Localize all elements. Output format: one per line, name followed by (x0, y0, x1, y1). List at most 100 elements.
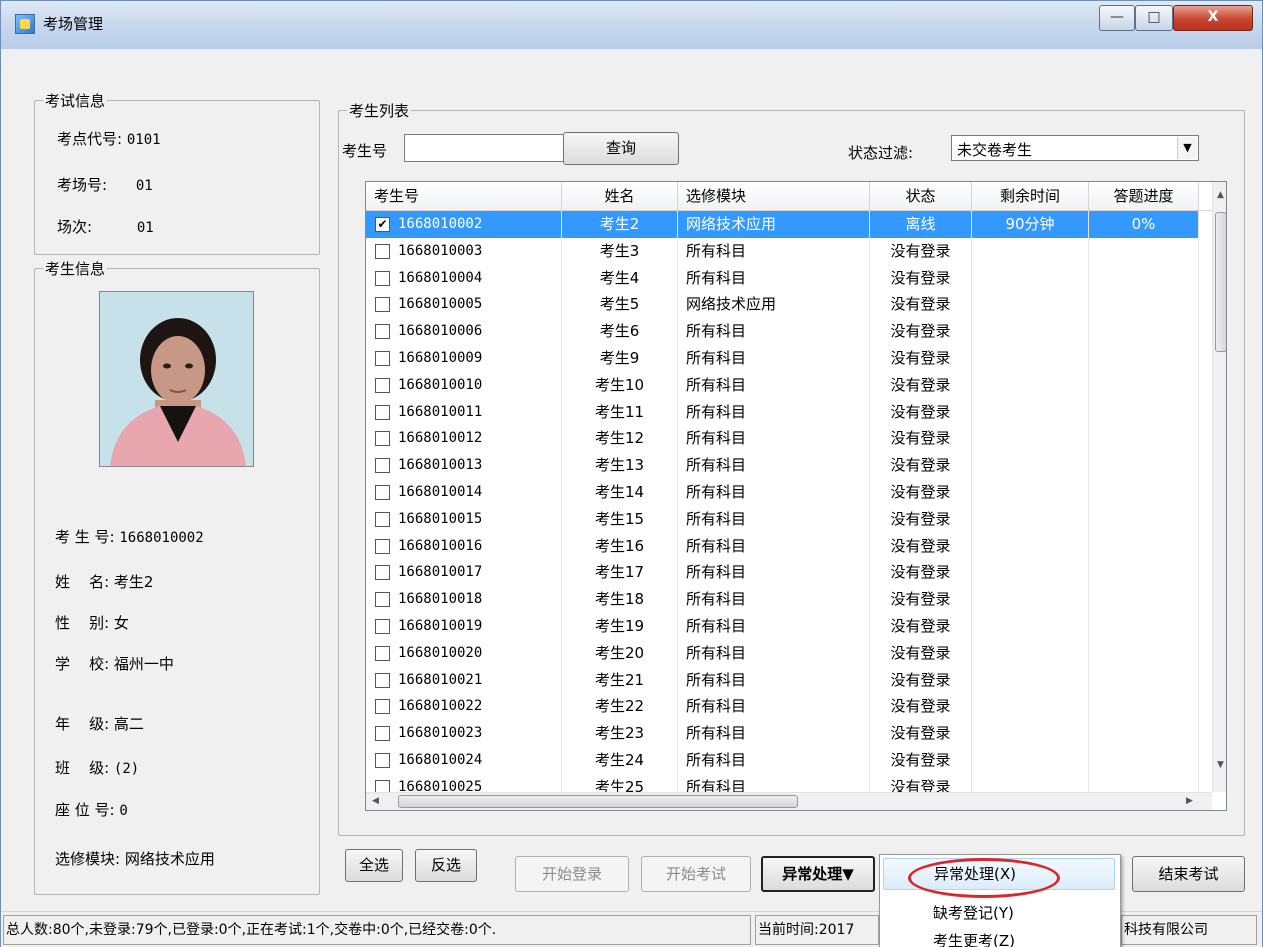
table-row[interactable]: 1668010023 考生23 所有科目 没有登录 (366, 720, 1199, 747)
cell-status: 没有登录 (870, 425, 972, 453)
horizontal-scrollbar[interactable]: ◀ ▶ (366, 792, 1212, 810)
cell-module: 所有科目 (678, 666, 870, 694)
student-class-row: 班 级: (2) (55, 757, 139, 778)
table-row[interactable]: 1668010010 考生10 所有科目 没有登录 (366, 371, 1199, 399)
cell-status: 没有登录 (870, 237, 972, 265)
table-row[interactable]: ✔ 1668010002 考生2 网络技术应用 离线 90分钟 0% (366, 211, 1199, 238)
minimize-button[interactable]: — (1099, 5, 1135, 31)
cell-name: 考生12 (562, 425, 678, 453)
cell-remaining (972, 318, 1089, 345)
student-gender-row: 性 别: 女 (55, 612, 129, 633)
scroll-up-icon[interactable]: ▲ (1217, 190, 1224, 200)
cell-module: 所有科目 (678, 639, 870, 667)
menu-item-absence[interactable]: 缺考登记(Y) (880, 897, 1120, 929)
cell-progress (1089, 720, 1199, 747)
student-name-row: 姓 名: 考生2 (55, 571, 153, 592)
student-module-row: 选修模块: 网络技术应用 (55, 848, 215, 869)
exception-menu-button[interactable]: 异常处理▼ (761, 856, 875, 892)
status-filter-select[interactable]: 未交卷考生 ▼ (951, 135, 1199, 161)
cell-status: 没有登录 (870, 747, 972, 774)
scroll-left-icon[interactable]: ◀ (372, 796, 379, 806)
room-row: 考场号: 01 (57, 174, 153, 195)
status-summary: 总人数:80个,未登录:79个,已登录:0个,正在考试:1个,交卷中:0个,已经… (3, 915, 751, 945)
student-name-value: 考生2 (113, 573, 154, 591)
student-grade-value: 高二 (113, 715, 144, 733)
horizontal-scroll-thumb[interactable] (398, 795, 798, 808)
col-header-remaining[interactable]: 剩余时间 (972, 182, 1089, 210)
vertical-scrollbar[interactable]: ▲ ▼ (1212, 182, 1226, 792)
search-input[interactable] (404, 134, 564, 162)
scroll-down-icon[interactable]: ▼ (1217, 760, 1224, 770)
table-row[interactable]: 1668010020 考生20 所有科目 没有登录 (366, 639, 1199, 667)
student-school-label: 学 校: (55, 655, 110, 673)
select-all-button[interactable]: 全选 (345, 849, 403, 882)
cell-student-id: 1668010004 (366, 264, 562, 292)
table-row[interactable]: 1668010009 考生9 所有科目 没有登录 (366, 345, 1199, 372)
session-value: 01 (136, 220, 154, 236)
student-module-label: 选修模块: (55, 850, 121, 868)
col-header-status[interactable]: 状态 (870, 182, 972, 210)
cell-status: 没有登录 (870, 586, 972, 613)
highlight-annotation-circle (908, 858, 1060, 898)
table-row[interactable]: 1668010022 考生22 所有科目 没有登录 (366, 693, 1199, 721)
table-row[interactable]: 1668010015 考生15 所有科目 没有登录 (366, 505, 1199, 533)
cell-progress (1089, 318, 1199, 345)
table-row[interactable]: 1668010004 考生4 所有科目 没有登录 (366, 264, 1199, 292)
close-button[interactable]: X (1173, 5, 1253, 31)
table-row[interactable]: 1668010016 考生16 所有科目 没有登录 (366, 532, 1199, 560)
cell-remaining (972, 693, 1089, 721)
chevron-down-icon[interactable]: ▼ (1177, 137, 1197, 159)
menu-item-retake[interactable]: 考生更考(Z) (880, 927, 1120, 947)
start-exam-button[interactable]: 开始考试 (641, 856, 751, 892)
cell-name: 考生5 (562, 291, 678, 319)
maximize-button[interactable]: □ (1135, 5, 1173, 31)
table-row[interactable]: 1668010005 考生5 网络技术应用 没有登录 (366, 291, 1199, 319)
cell-status: 没有登录 (870, 639, 972, 667)
query-button[interactable]: 查询 (563, 132, 679, 165)
cell-status: 离线 (870, 211, 972, 238)
cell-progress (1089, 666, 1199, 694)
col-header-progress[interactable]: 答题进度 (1089, 182, 1199, 210)
cell-status: 没有登录 (870, 345, 972, 372)
filter-label: 状态过滤: (848, 144, 914, 162)
table-row[interactable]: 1668010019 考生19 所有科目 没有登录 (366, 613, 1199, 640)
student-seat-row: 座 位 号: 0 (55, 799, 128, 820)
cell-module: 所有科目 (678, 693, 870, 721)
student-class-label: 班 级: (55, 759, 110, 777)
table-row[interactable]: 1668010003 考生3 所有科目 没有登录 (366, 237, 1199, 265)
col-header-name[interactable]: 姓名 (562, 182, 678, 210)
vertical-scroll-thumb[interactable] (1215, 212, 1226, 352)
student-module-value: 网络技术应用 (124, 850, 215, 868)
invert-selection-button[interactable]: 反选 (415, 849, 477, 882)
student-id-row: 考 生 号: 1668010002 (55, 526, 204, 547)
exam-info-label: 考试信息 (43, 90, 108, 111)
cell-progress (1089, 452, 1199, 479)
cell-student-id: 1668010002 (366, 211, 562, 238)
start-login-button[interactable]: 开始登录 (515, 856, 629, 892)
end-exam-button[interactable]: 结束考试 (1132, 856, 1245, 892)
cell-remaining (972, 639, 1089, 667)
scroll-right-icon[interactable]: ▶ (1186, 796, 1193, 806)
table-row[interactable]: 1668010021 考生21 所有科目 没有登录 (366, 666, 1199, 694)
table-row[interactable]: 1668010013 考生13 所有科目 没有登录 (366, 452, 1199, 479)
col-header-id[interactable]: 考生号 (366, 182, 562, 210)
table-row[interactable]: 1668010011 考生11 所有科目 没有登录 (366, 398, 1199, 426)
cell-name: 考生23 (562, 720, 678, 747)
cell-student-id: 1668010013 (366, 452, 562, 479)
col-header-module[interactable]: 选修模块 (678, 182, 870, 210)
cell-student-id: 1668010019 (366, 613, 562, 640)
table-row[interactable]: 1668010012 考生12 所有科目 没有登录 (366, 425, 1199, 453)
table-row[interactable]: 1668010024 考生24 所有科目 没有登录 (366, 747, 1199, 774)
table-row[interactable]: 1668010017 考生17 所有科目 没有登录 (366, 559, 1199, 587)
cell-student-id: 1668010017 (366, 559, 562, 587)
student-school-row: 学 校: 福州一中 (55, 653, 174, 674)
cell-module: 所有科目 (678, 479, 870, 506)
cell-progress (1089, 264, 1199, 292)
cell-status: 没有登录 (870, 264, 972, 292)
cell-status: 没有登录 (870, 720, 972, 747)
room-value: 01 (135, 178, 153, 194)
cell-progress (1089, 613, 1199, 640)
table-row[interactable]: 1668010006 考生6 所有科目 没有登录 (366, 318, 1199, 345)
table-row[interactable]: 1668010014 考生14 所有科目 没有登录 (366, 479, 1199, 506)
table-row[interactable]: 1668010018 考生18 所有科目 没有登录 (366, 586, 1199, 613)
